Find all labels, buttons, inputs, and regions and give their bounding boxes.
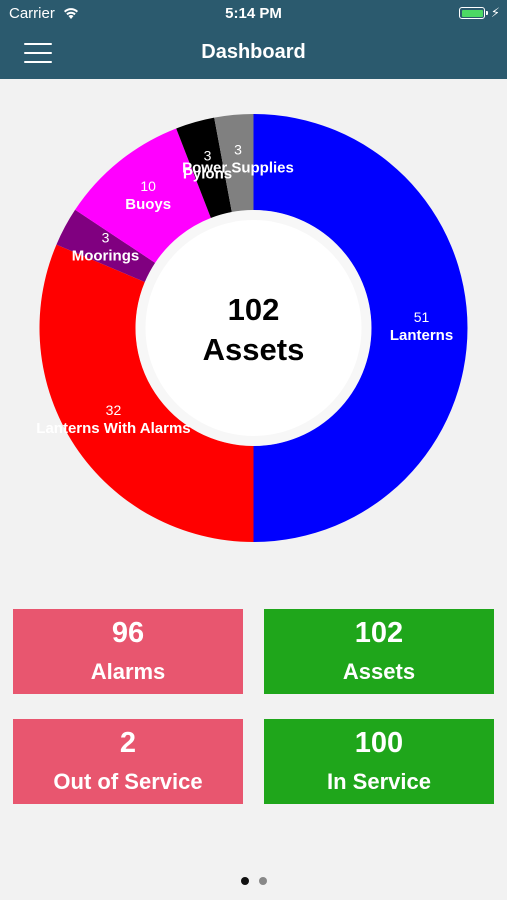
page-indicator[interactable] — [0, 872, 507, 890]
out-of-service-count: 2 — [119, 727, 137, 759]
assets-tile[interactable]: 102 Assets — [264, 609, 494, 694]
slice-value-label: 10 — [140, 178, 156, 194]
page-dot-2[interactable] — [258, 877, 267, 885]
slice-name-label: Lanterns — [390, 327, 453, 344]
nav-bar: Dashboard — [0, 28, 507, 79]
assets-label: Assets — [342, 659, 416, 684]
slice-name-label: Lanterns With Alarms — [36, 420, 190, 437]
out-of-service-tile[interactable]: 2 Out of Service — [13, 719, 243, 804]
slice-value-label: 3 — [234, 142, 242, 158]
out-of-service-label: Out of Service — [53, 769, 203, 794]
donut-svg: 51 Lanterns 32 Lanterns With Alarms 3 Mooring… — [36, 114, 468, 543]
slice-value-label: 3 — [102, 230, 110, 246]
slice-name-label: Buoys — [125, 196, 171, 213]
assets-count: 102 — [354, 617, 404, 649]
alarms-tile[interactable]: 96 Alarms — [13, 609, 243, 694]
slice-value-label: 32 — [106, 402, 122, 418]
slice-value-label: 51 — [414, 309, 430, 325]
battery-icon — [459, 7, 488, 19]
center-total-label: Assets — [203, 332, 305, 367]
charging-icon: ⚡ — [490, 5, 500, 20]
donut-center — [145, 220, 362, 436]
status-bar: Carrier 5:14 PM ⚡ — [0, 0, 507, 28]
center-total-value: 102 — [228, 292, 280, 327]
asset-donut-chart: 51 Lanterns 32 Lanterns With Alarms 3 Mooring… — [0, 79, 507, 559]
in-service-label: In Service — [327, 769, 431, 794]
alarms-label: Alarms — [90, 659, 166, 684]
in-service-count: 100 — [354, 727, 404, 759]
alarms-count: 96 — [111, 617, 145, 649]
page-dot-1[interactable] — [240, 877, 249, 885]
clock: 5:14 PM — [225, 5, 282, 22]
in-service-tile[interactable]: 100 In Service — [264, 719, 494, 804]
page-title: Dashboard — [201, 41, 306, 63]
slice-name-label: Power Supplies — [182, 160, 294, 177]
slice-name-label: Moorings — [72, 248, 140, 265]
